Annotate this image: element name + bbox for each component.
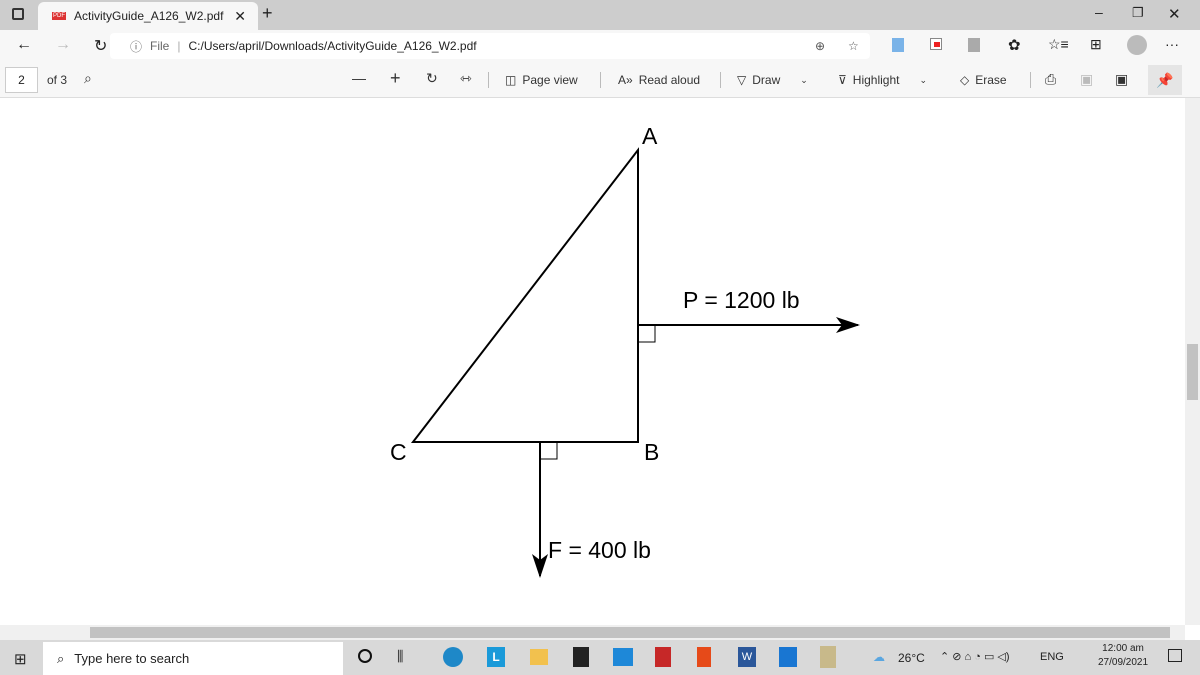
highlight-label: Highlight [852, 73, 900, 87]
label-f: F = 400 lb [548, 537, 651, 563]
app-l-icon[interactable]: L [487, 647, 505, 667]
search-icon: ⌕ [57, 650, 65, 666]
label-a: A [642, 123, 658, 149]
erase-label: Erase [975, 73, 1007, 87]
label-p: P = 1200 lb [683, 287, 800, 313]
read-aloud-icon: A» [618, 73, 633, 87]
page-view-icon: ◫ [505, 73, 517, 87]
media-app-icon[interactable] [779, 647, 797, 667]
time: 12:00 am [1102, 643, 1144, 654]
label-b: B [644, 439, 659, 465]
read-aloud-label: Read aloud [638, 73, 701, 87]
mcafee-icon[interactable] [655, 647, 671, 667]
page-view-label: Page view [522, 73, 578, 87]
zoom-out-icon[interactable]: — [352, 70, 366, 86]
add-favorite-icon[interactable]: ☆ [848, 39, 859, 53]
weather-icon: ☁ [873, 650, 885, 664]
refresh-icon[interactable]: ↻ [94, 36, 107, 56]
edge-icon[interactable] [443, 647, 463, 667]
url-prefix: File [150, 39, 170, 53]
favorites-icon[interactable]: ☆≡ [1048, 36, 1069, 53]
right-angle-f [539, 441, 558, 460]
draw-button[interactable]: ▽ Draw ⌄ [737, 73, 808, 87]
clock[interactable]: 12:00 am 27/09/2021 [1098, 643, 1148, 668]
label-c: C [390, 439, 407, 465]
vertical-scrollbar[interactable] [1185, 98, 1200, 625]
forward-icon[interactable]: → [55, 36, 71, 54]
close-window-icon[interactable]: ✕ [1168, 5, 1181, 23]
copy-extension-icon[interactable] [968, 38, 980, 52]
print-icon[interactable]: ⎙ [1045, 71, 1056, 88]
collections-icon[interactable]: ⊞ [1090, 36, 1102, 53]
search-icon[interactable]: ⌕ [84, 70, 92, 87]
windows-start-icon[interactable]: ⊞ [14, 650, 27, 668]
system-tray-icons[interactable]: ⌃ ⊘ ⌂ ◔ ▭ ◁) [940, 650, 1010, 663]
info-icon: ⓘ [130, 39, 143, 54]
close-tab-icon[interactable]: ✕ [234, 8, 246, 25]
address-bar[interactable]: ⓘ File | C:/Users/april/Downloads/Activi… [110, 33, 870, 59]
restore-icon[interactable]: ❐ [1132, 5, 1144, 21]
right-angle-p [637, 324, 656, 343]
store-icon[interactable] [573, 647, 589, 667]
highlight-icon: ⊽ [838, 73, 847, 87]
zoom-in-icon[interactable]: + [390, 68, 401, 89]
address-bar-row: ← → ↻ ⓘ File | C:/Users/april/Downloads/… [0, 30, 1200, 62]
task-view-icon[interactable]: ⫼ [397, 648, 403, 665]
scrollbar-thumb[interactable] [90, 627, 1170, 638]
draw-label: Draw [752, 73, 781, 87]
force-diagram: A B C P = 1200 lb F = 400 lb [390, 123, 860, 578]
draw-icon: ▽ [737, 73, 747, 87]
page-number-input[interactable]: 2 [5, 67, 38, 93]
browser-tab[interactable]: PDF ActivityGuide_A126_W2.pdf ✕ [38, 2, 258, 30]
page-view-button[interactable]: ◫ Page view [505, 73, 578, 87]
cortana-icon[interactable] [358, 649, 372, 663]
chevron-down-icon[interactable]: ⌄ [920, 75, 928, 86]
triangle [410, 147, 639, 443]
new-tab-icon[interactable]: + [262, 3, 273, 24]
save-as-icon[interactable]: ▣ [1115, 71, 1128, 88]
pdf-toolbar: 2 of 3 ⌕ — + ↻ ⇿ ◫ Page view A» Read aloud… [0, 62, 1200, 98]
chevron-down-icon[interactable]: ⌄ [800, 75, 808, 86]
tab-actions-icon[interactable] [12, 8, 24, 20]
pdf-icon: PDF [52, 12, 66, 20]
word-icon[interactable]: W [738, 647, 756, 667]
taskbar-search[interactable]: ⌕ Type here to search [43, 642, 343, 675]
profile-avatar[interactable] [1127, 35, 1147, 55]
date: 27/09/2021 [1098, 657, 1149, 668]
extension-icon[interactable] [892, 38, 904, 52]
mail-icon[interactable] [613, 648, 633, 666]
save-icon[interactable]: ▣ [1080, 71, 1093, 88]
search-placeholder: Type here to search [74, 651, 190, 666]
photos-app-icon[interactable] [820, 646, 836, 668]
fit-width-icon[interactable]: ⇿ [460, 70, 472, 87]
tab-bar: PDF ActivityGuide_A126_W2.pdf ✕ + – ❐ ✕ [0, 0, 1200, 30]
read-aloud-button[interactable]: A» Read aloud [618, 73, 700, 87]
rotate-icon[interactable]: ↻ [426, 70, 438, 87]
minimize-icon[interactable]: – [1095, 4, 1103, 20]
zoom-icon[interactable]: ⊕ [815, 39, 825, 53]
more-icon[interactable]: ··· [1165, 36, 1179, 52]
recorder-extension-icon[interactable] [930, 38, 942, 50]
file-explorer-icon[interactable] [530, 649, 548, 665]
url-text[interactable]: C:/Users/april/Downloads/ActivityGuide_A… [188, 39, 476, 53]
highlight-button[interactable]: ⊽ Highlight ⌄ [838, 73, 927, 87]
weather-temp[interactable]: 26°C [898, 651, 925, 665]
back-icon[interactable]: ← [16, 36, 32, 54]
notifications-icon[interactable] [1168, 649, 1182, 662]
scrollbar-thumb[interactable] [1187, 344, 1198, 400]
taskbar: ⊞ ⌕ Type here to search ⫼ L W ☁ 26°C ⌃ ⊘… [0, 640, 1200, 675]
extensions-icon[interactable]: ✿ [1008, 36, 1021, 54]
erase-button[interactable]: ◇ Erase [960, 73, 1007, 87]
office-icon[interactable] [697, 647, 711, 667]
horizontal-scrollbar[interactable] [0, 625, 1185, 640]
pin-toolbar-icon[interactable]: 📌 [1148, 65, 1182, 95]
language-indicator[interactable]: ENG [1040, 651, 1064, 663]
page-count: of 3 [47, 73, 68, 87]
eraser-icon: ◇ [960, 73, 970, 87]
tab-title: ActivityGuide_A126_W2.pdf [74, 9, 224, 23]
